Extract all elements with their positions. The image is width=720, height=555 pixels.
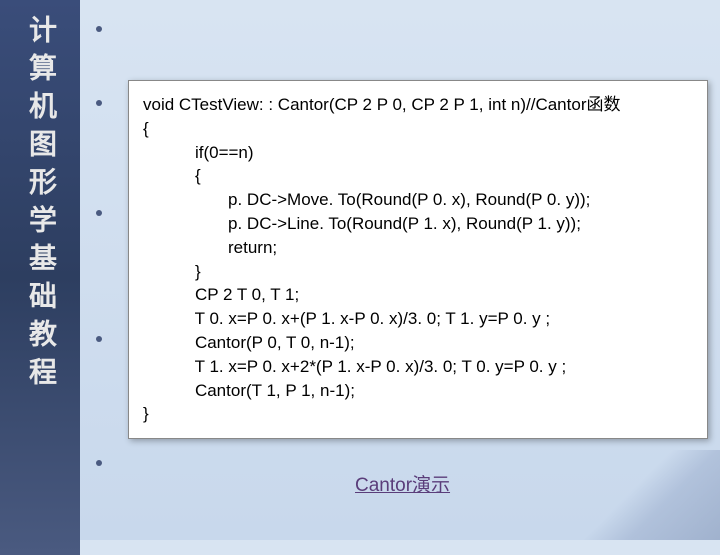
sidebar-strip: 计算机图形学基础教程 [0, 0, 80, 555]
code-line: T 1. x=P 0. x+2*(P 1. x-P 0. x)/3. 0; T … [143, 355, 693, 379]
book-title: 计算机图形学基础教程 [20, 15, 60, 395]
code-line: p. DC->Move. To(Round(P 0. x), Round(P 0… [143, 188, 693, 212]
code-line: if(0==n) [143, 141, 693, 165]
code-line: Cantor(P 0, T 0, n-1); [143, 331, 693, 355]
code-line: return; [143, 236, 693, 260]
code-line: { [143, 117, 693, 141]
code-line: void CTestView: : Cantor(CP 2 P 0, CP 2 … [143, 93, 693, 117]
code-line: T 0. x=P 0. x+(P 1. x-P 0. x)/3. 0; T 1.… [143, 307, 693, 331]
code-line: } [143, 402, 693, 426]
code-line: } [143, 260, 693, 284]
cantor-demo-link[interactable]: Cantor演示 [355, 470, 450, 497]
code-line: Cantor(T 1, P 1, n-1); [143, 379, 693, 403]
decorative-dots [88, 0, 118, 540]
code-block: void CTestView: : Cantor(CP 2 P 0, CP 2 … [128, 80, 708, 439]
code-line: { [143, 164, 693, 188]
corner-decoration [580, 450, 720, 540]
code-line: CP 2 T 0, T 1; [143, 283, 693, 307]
code-line: p. DC->Line. To(Round(P 1. x), Round(P 1… [143, 212, 693, 236]
